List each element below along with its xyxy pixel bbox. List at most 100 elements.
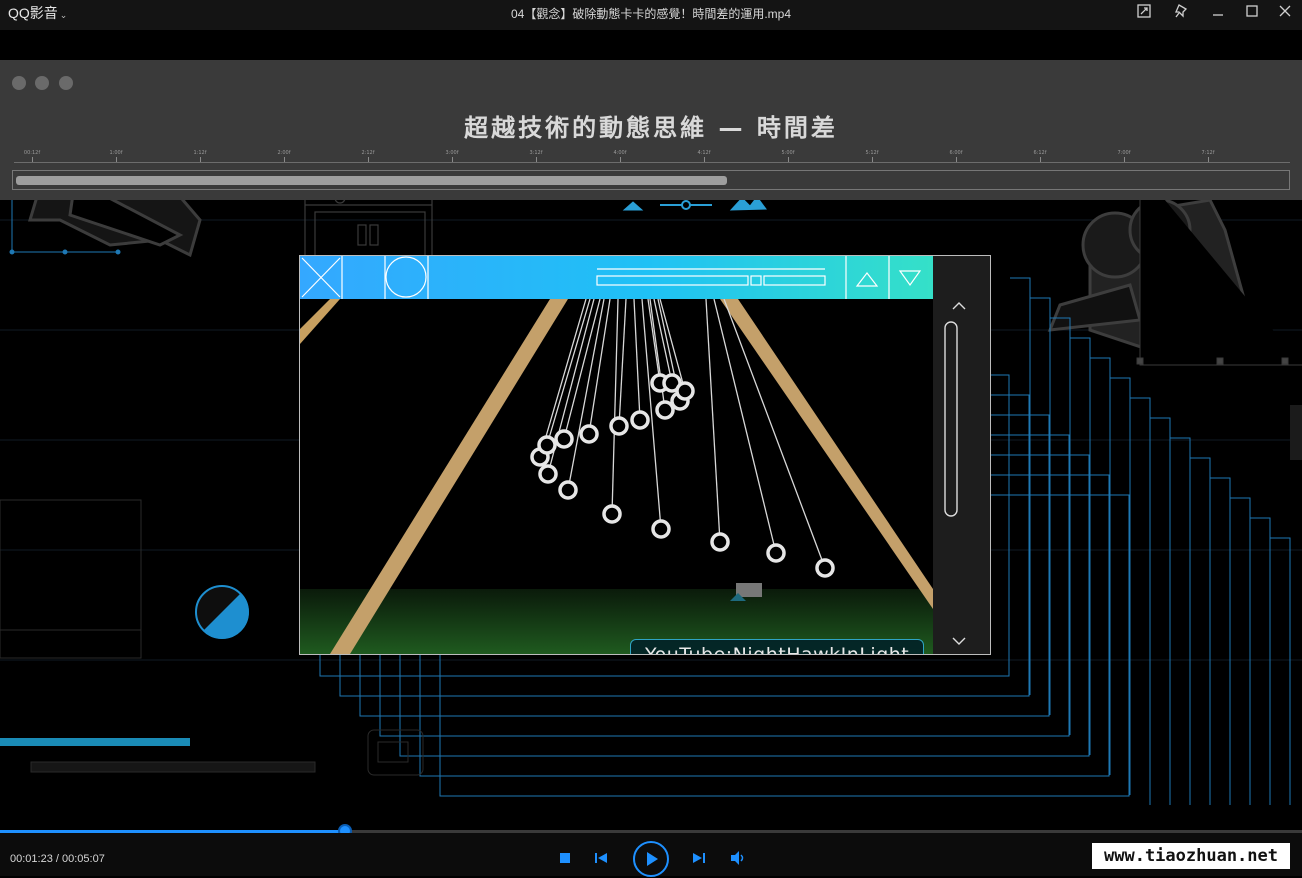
next-button[interactable] — [690, 850, 708, 866]
window-dot-icon — [12, 76, 26, 90]
pendulum-string — [588, 299, 611, 435]
hex-nut — [675, 381, 695, 401]
time-separator: / — [52, 853, 62, 865]
scroll-handle — [944, 321, 958, 517]
ruler-tick — [956, 157, 957, 162]
maximize-button[interactable] — [1235, 0, 1269, 22]
left-panel-outline — [0, 499, 142, 659]
ruler-label: 6:00f — [949, 150, 963, 156]
hex-nut — [602, 504, 622, 524]
pendulum-video-frame: YouTube:NightHawkInLight — [300, 299, 933, 654]
clip-button[interactable] — [1127, 0, 1161, 22]
video-credit-label: YouTube:NightHawkInLight — [630, 639, 925, 654]
hex-nut — [815, 558, 835, 578]
hex-nut — [630, 410, 650, 430]
pendulum-string — [647, 299, 661, 384]
hex-nut — [766, 543, 786, 563]
window-dot-icon — [35, 76, 49, 90]
side-handle — [1290, 405, 1302, 460]
minimize-button[interactable] — [1201, 0, 1235, 22]
stop-button[interactable] — [557, 850, 573, 866]
volume-button[interactable] — [729, 849, 747, 867]
play-icon — [633, 841, 669, 877]
teal-bar — [0, 738, 190, 746]
watermark: www.tiaozhuan.net — [1092, 843, 1290, 869]
inner-video-window: YouTube:NightHawkInLight — [299, 255, 991, 655]
ruler-label: 1:00f — [109, 150, 123, 156]
clip-icon — [1137, 4, 1151, 18]
maximize-icon — [1246, 5, 1258, 17]
close-x-icon — [301, 257, 341, 298]
minimize-icon — [1213, 14, 1223, 16]
ruler-label: 2:00f — [277, 150, 291, 156]
ruler-tick — [32, 157, 33, 162]
ruler-label: 4:00f — [613, 150, 627, 156]
total-time: 00:05:07 — [62, 853, 105, 865]
ruler-tick — [704, 157, 705, 162]
video-surface[interactable]: 超越技術的動態思維 — 時間差 00:12f 1:00f 1:12f 2:00f 2:1… — [0, 30, 1302, 828]
close-button[interactable] — [1268, 0, 1302, 22]
credit-pointer-icon — [730, 583, 762, 601]
slide-title: 超越技術的動態思維 — 時間差 — [464, 114, 838, 142]
pendulum-string — [618, 299, 627, 427]
current-time: 00:01:23 — [10, 853, 53, 865]
pendulum-string — [633, 299, 641, 421]
pendulum-illustration — [300, 299, 933, 654]
previous-button[interactable] — [592, 850, 610, 866]
pendulum-string — [713, 299, 777, 554]
ruler-tick — [1040, 157, 1041, 162]
stop-icon — [560, 853, 570, 863]
title-bar: QQ影音 ⌄ 04【觀念】破除動態卡卡的感覺！時間差的運用.mp4 — [0, 0, 1302, 30]
hex-nut — [710, 532, 730, 552]
hex-nut — [655, 400, 675, 420]
pie-circle-graphic — [195, 585, 249, 639]
hex-nut — [609, 416, 629, 436]
ruler-label: 3:12f — [529, 150, 543, 156]
ruler-label: 5:12f — [865, 150, 879, 156]
triangle-down-icon — [898, 270, 922, 287]
hex-nut — [538, 464, 558, 484]
pendulum-string — [723, 299, 826, 569]
inner-scrollbar — [933, 256, 990, 654]
hex-nut — [579, 424, 599, 444]
pin-button[interactable] — [1165, 0, 1199, 22]
chevron-up-icon — [952, 302, 966, 310]
ruler-label: 4:12f — [697, 150, 711, 156]
gray-bar — [30, 761, 316, 773]
ruler-tick — [620, 157, 621, 162]
ruler-tick — [200, 157, 201, 162]
play-button[interactable] — [632, 840, 670, 878]
pin-icon — [1175, 4, 1188, 18]
next-icon — [693, 853, 705, 863]
ruler-label: 7:12f — [1201, 150, 1215, 156]
ruler-tick — [1208, 157, 1209, 162]
close-icon — [1279, 5, 1291, 17]
ruler-tick — [536, 157, 537, 162]
ruler-label: 5:00f — [781, 150, 795, 156]
pendulum-string — [705, 299, 721, 543]
chevron-down-icon — [952, 637, 966, 645]
ruler-tick — [368, 157, 369, 162]
ruler-label: 2:12f — [361, 150, 375, 156]
inner-header-graphics — [301, 256, 922, 299]
ruler-tick — [1124, 157, 1125, 162]
ruler-tick — [872, 157, 873, 162]
hex-nut — [558, 480, 578, 500]
hex-nut — [651, 519, 671, 539]
ruler-tick — [452, 157, 453, 162]
ruler-label: 3:00f — [445, 150, 459, 156]
ruler-label: 00:12f — [23, 150, 41, 156]
hex-nut — [554, 429, 574, 449]
triangle-up-icon — [855, 272, 879, 287]
ruler-tick — [284, 157, 285, 162]
pendulum-string — [611, 299, 619, 515]
inner-window-header — [300, 256, 933, 299]
circle-icon — [385, 256, 427, 298]
ruler-label: 6:12f — [1033, 150, 1047, 156]
window-dot-icon — [59, 76, 73, 90]
timeline-scroll-thumb — [16, 176, 728, 185]
timeline-ruler: 00:12f 1:00f 1:12f 2:00f 2:12f 3:00f 3:12f 4:00… — [14, 150, 1290, 163]
ruler-tick — [788, 157, 789, 162]
time-display: 00:01:23 / 00:05:07 — [10, 853, 105, 865]
previous-icon — [595, 853, 607, 863]
